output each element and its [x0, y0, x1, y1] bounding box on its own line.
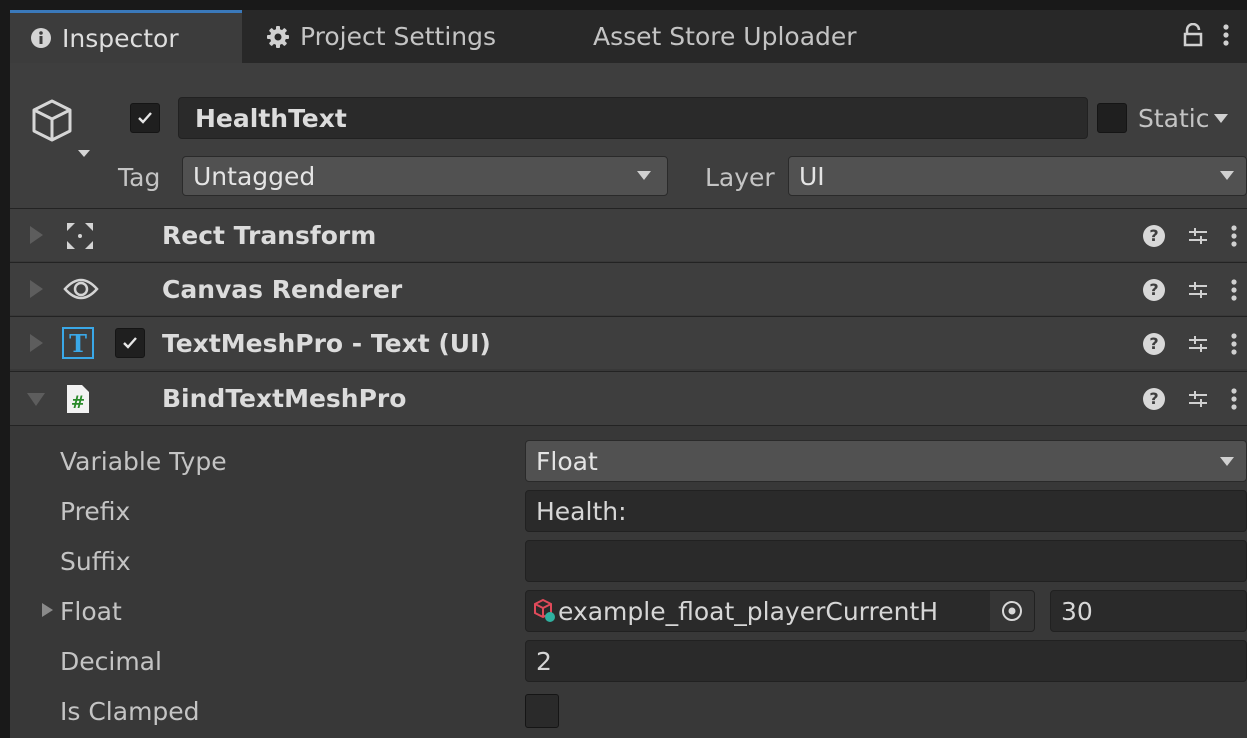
suffix-label: Suffix	[60, 547, 131, 576]
component-rect-transform[interactable]: Rect Transform ?	[10, 208, 1247, 261]
foldout-arrow-icon[interactable]	[30, 280, 43, 298]
textmeshpro-icon: T	[62, 327, 94, 359]
variable-type-label: Variable Type	[60, 447, 227, 476]
more-options-icon[interactable]	[1231, 332, 1237, 356]
script-icon: #	[66, 384, 90, 418]
help-icon[interactable]: ?	[1143, 387, 1165, 410]
gameobject-header: HealthText Static Tag Untagged Layer UI	[10, 63, 1247, 208]
component-actions: ?	[1143, 317, 1237, 370]
chevron-down-icon	[637, 171, 651, 180]
scriptable-object-icon	[534, 598, 555, 622]
tab-label: Inspector	[62, 23, 179, 53]
tab-menu	[1183, 10, 1247, 63]
svg-text:#: #	[71, 393, 85, 413]
more-options-icon[interactable]	[1231, 224, 1237, 248]
layer-value: UI	[799, 161, 825, 191]
gameobject-cube-icon[interactable]	[30, 97, 100, 171]
tab-inspector[interactable]: Inspector	[10, 10, 242, 63]
more-options-icon[interactable]	[1231, 387, 1237, 411]
tab-label: Asset Store Uploader	[593, 22, 857, 51]
object-name-field[interactable]: HealthText	[178, 97, 1088, 139]
layer-dropdown[interactable]: UI	[788, 156, 1247, 196]
layer-label: Layer	[705, 163, 775, 192]
bindtextmeshpro-properties: Variable Type Float Prefix Health: Suffi…	[10, 425, 1247, 738]
component-title: Canvas Renderer	[162, 275, 403, 304]
presets-icon[interactable]	[1187, 225, 1209, 247]
tag-label: Tag	[118, 163, 161, 192]
foldout-arrow-icon[interactable]	[27, 393, 45, 406]
help-icon[interactable]: ?	[1143, 332, 1165, 355]
object-picker-icon[interactable]	[990, 591, 1034, 631]
tab-asset-store-uploader[interactable]: Asset Store Uploader	[573, 10, 893, 63]
prefix-label: Prefix	[60, 497, 131, 526]
prefix-field[interactable]: Health:	[525, 490, 1247, 532]
component-canvas-renderer[interactable]: Canvas Renderer ?	[10, 262, 1247, 315]
tag-value: Untagged	[193, 161, 316, 191]
checkmark-icon	[123, 337, 137, 349]
foldout-arrow-icon[interactable]	[42, 603, 53, 617]
component-textmeshpro[interactable]: T TextMeshPro - Text (UI) ?	[10, 316, 1247, 369]
variable-type-value: Float	[536, 446, 598, 476]
rect-transform-icon	[65, 221, 95, 255]
is-clamped-label: Is Clamped	[60, 697, 200, 726]
decimal-value: 2	[536, 646, 552, 676]
inspector-window: Inspector Project Settings Asset Store U…	[10, 10, 1247, 738]
decimal-label: Decimal	[60, 647, 162, 676]
float-value-field[interactable]: 30	[1050, 590, 1247, 632]
chevron-down-icon	[1214, 113, 1229, 123]
tab-label: Project Settings	[300, 22, 497, 51]
decimal-field[interactable]: 2	[525, 640, 1247, 682]
presets-icon[interactable]	[1187, 279, 1209, 301]
presets-icon[interactable]	[1187, 388, 1209, 410]
active-checkbox[interactable]	[130, 103, 160, 133]
variable-type-dropdown[interactable]: Float	[525, 440, 1247, 482]
gear-icon	[266, 25, 290, 49]
chevron-down-icon	[1220, 171, 1234, 180]
component-actions: ?	[1143, 209, 1237, 262]
more-options-icon[interactable]	[1231, 278, 1237, 302]
float-value: 30	[1061, 596, 1093, 626]
help-icon[interactable]: ?	[1143, 278, 1165, 301]
component-title: TextMeshPro - Text (UI)	[162, 329, 491, 358]
component-actions: ?	[1143, 263, 1237, 316]
info-icon	[30, 27, 52, 49]
float-reference-field[interactable]: example_float_playerCurrentH	[525, 590, 1035, 632]
checkmark-icon	[138, 112, 152, 124]
help-icon[interactable]: ?	[1143, 224, 1165, 247]
component-actions: ?	[1143, 372, 1237, 425]
is-clamped-checkbox[interactable]	[525, 694, 559, 728]
component-title: Rect Transform	[162, 221, 377, 250]
static-checkbox[interactable]	[1097, 103, 1127, 133]
presets-icon[interactable]	[1187, 333, 1209, 355]
foldout-arrow-icon[interactable]	[30, 226, 43, 244]
tab-project-settings[interactable]: Project Settings	[246, 10, 546, 63]
foldout-arrow-icon[interactable]	[30, 334, 43, 352]
eye-icon	[63, 275, 99, 307]
component-bindtextmeshpro[interactable]: # BindTextMeshPro ?	[10, 371, 1247, 425]
prefix-value: Health:	[536, 496, 627, 526]
chevron-down-icon	[1220, 457, 1234, 466]
object-name-value: HealthText	[195, 103, 347, 133]
static-dropdown[interactable]: Static	[1138, 97, 1229, 139]
float-label: Float	[60, 597, 122, 626]
component-enabled-checkbox[interactable]	[115, 328, 145, 358]
lock-icon[interactable]	[1183, 22, 1203, 51]
component-title: BindTextMeshPro	[162, 384, 407, 413]
tab-bar: Inspector Project Settings Asset Store U…	[10, 10, 1247, 63]
float-reference-value: example_float_playerCurrentH	[558, 596, 939, 626]
static-label: Static	[1138, 103, 1210, 133]
tag-dropdown[interactable]: Untagged	[182, 156, 668, 196]
more-options-icon[interactable]	[1223, 23, 1229, 51]
suffix-field[interactable]	[525, 540, 1247, 582]
